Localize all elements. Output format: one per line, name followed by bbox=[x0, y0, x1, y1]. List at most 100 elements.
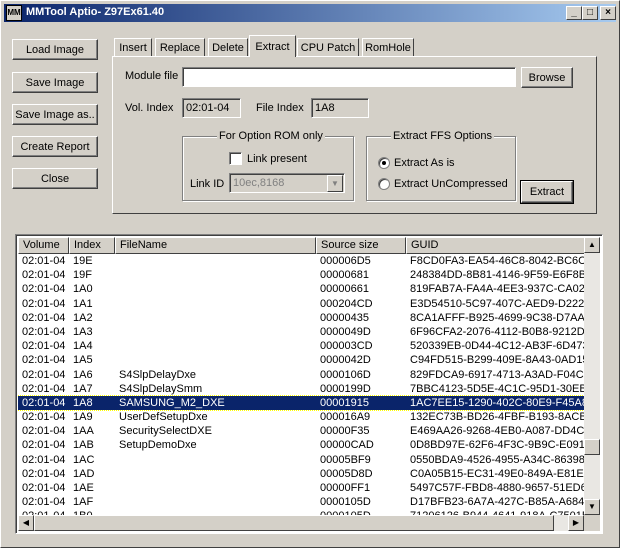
table-row[interactable]: 02:01-04 1A2 00000435 8CA1AFFF-B925-4699-9C… bbox=[18, 311, 584, 325]
table-row[interactable]: 02:01-04 1A1 000204CD E3D54510-5C97-407C-AE… bbox=[18, 297, 584, 311]
maximize-button[interactable]: □ bbox=[582, 6, 598, 20]
table-row[interactable]: 02:01-04 1AC 00005BF9 0550BDA9-4526-4955-A3… bbox=[18, 453, 584, 467]
table-cell: 1A0 bbox=[73, 283, 93, 296]
table-row[interactable]: 02:01-04 1A8 SAMSUNG_M2_DXE 00001915 1AC7EE1… bbox=[18, 394, 584, 412]
minimize-button[interactable]: _ bbox=[566, 6, 582, 20]
option-rom-group: For Option ROM only Link present Link ID… bbox=[182, 130, 354, 201]
tab-cpu-patch[interactable]: CPU Patch bbox=[297, 38, 359, 56]
column-guid[interactable]: GUID bbox=[406, 237, 588, 254]
table-row[interactable]: 02:01-04 1A7 S4SlpDelaySmm 0000199D 7BBC4123… bbox=[18, 382, 584, 396]
table-cell: 1A1 bbox=[73, 297, 93, 310]
table-row[interactable]: 02:01-04 1A4 000003CD 520339EB-0D44-4C12-AB… bbox=[18, 339, 584, 353]
table-cell: 8CA1AFFF-B925-4699-9C38-D7AABD bbox=[410, 311, 584, 324]
table-cell: 1A2 bbox=[73, 311, 93, 324]
extract-as-is-radio[interactable] bbox=[378, 157, 390, 169]
title-bar[interactable]: MM MMTool Aptio- Z97Ex61.40 _ □ × bbox=[4, 4, 616, 22]
table-row[interactable]: 02:01-04 19F 00000681 248384DD-8B81-4146-9F… bbox=[18, 268, 584, 282]
scroll-down-icon[interactable]: ▼ bbox=[584, 499, 600, 515]
radio-selected-dot bbox=[382, 161, 386, 165]
tab-replace[interactable]: Replace bbox=[155, 38, 205, 56]
table-cell: 5497C57F-FBD8-4880-9657-51ED64 bbox=[410, 482, 584, 494]
table-row[interactable]: 02:01-04 1AE 00000FF1 5497C57F-FBD8-4880-96… bbox=[18, 481, 584, 495]
table-row[interactable]: 02:01-04 1AF 0000105D D17BFB23-6A7A-427C-B8… bbox=[18, 495, 584, 509]
app-icon: MM bbox=[6, 5, 22, 21]
table-cell: 0000106D bbox=[320, 368, 371, 381]
load-image-button[interactable]: Load Image bbox=[12, 39, 98, 60]
table-cell: 6F96CFA2-2076-4112-B0B8-9212D1 bbox=[410, 325, 584, 338]
table-row[interactable]: 02:01-04 1AA SecuritySelectDXE 00000F35 E469… bbox=[18, 424, 584, 438]
table-cell: 1A4 bbox=[73, 340, 93, 353]
table-cell: 00000681 bbox=[320, 269, 369, 282]
table-row[interactable]: 02:01-04 1A5 0000042D C94FD515-B299-409E-8A… bbox=[18, 353, 584, 367]
module-file-input[interactable] bbox=[182, 67, 516, 87]
table-row[interactable]: 02:01-04 1AD 00005D8D C0A05B15-EC31-49E0-84… bbox=[18, 467, 584, 481]
tab-extract[interactable]: Extract bbox=[249, 35, 296, 57]
table-cell: D17BFB23-6A7A-427C-B85A-A68431 bbox=[410, 496, 584, 509]
save-image-as-button[interactable]: Save Image as.. bbox=[12, 104, 98, 125]
column-filename[interactable]: FileName bbox=[115, 237, 316, 254]
browse-button[interactable]: Browse bbox=[521, 67, 573, 88]
tab-delete[interactable]: Delete bbox=[208, 38, 248, 56]
vertical-scroll-thumb[interactable] bbox=[584, 439, 600, 455]
table-cell: 7BBC4123-5D5E-4C1C-95D1-30EBA4 bbox=[410, 382, 584, 395]
table-cell: 0550BDA9-4526-4955-A34C-86398E bbox=[410, 453, 584, 466]
scroll-left-icon[interactable]: ◀ bbox=[18, 515, 34, 531]
table-cell: 00000FF1 bbox=[320, 482, 371, 494]
column-source-size[interactable]: Source size bbox=[316, 237, 406, 254]
table-cell: 02:01-04 bbox=[22, 297, 66, 310]
chevron-down-icon: ▼ bbox=[327, 175, 343, 192]
horizontal-scrollbar[interactable]: ◀ ▶ bbox=[18, 515, 584, 531]
horizontal-scroll-thumb[interactable] bbox=[34, 515, 554, 531]
table-cell: 000003CD bbox=[320, 340, 373, 353]
module-list[interactable]: Volume Index FileName Source size GUID 0… bbox=[15, 234, 603, 534]
table-cell: 1A9 bbox=[73, 411, 93, 424]
table-cell: 1AC7EE15-1290-402C-80E9-F45A86 bbox=[410, 396, 584, 409]
table-row[interactable]: 02:01-04 1A3 0000049D 6F96CFA2-2076-4112-B0… bbox=[18, 325, 584, 339]
table-cell: 132EC73B-BD26-4FBF-B193-8ACB50 bbox=[410, 411, 584, 424]
create-report-button[interactable]: Create Report bbox=[12, 136, 98, 157]
vol-index-field: 02:01-04 bbox=[182, 98, 241, 118]
table-cell: 0000199D bbox=[320, 382, 371, 395]
tab-romhole[interactable]: RomHole bbox=[362, 38, 414, 56]
extract-button[interactable]: Extract bbox=[520, 180, 574, 204]
column-volume[interactable]: Volume bbox=[18, 237, 69, 254]
table-cell: 00000661 bbox=[320, 283, 369, 296]
table-cell: 000016A9 bbox=[320, 411, 371, 424]
vol-index-label: Vol. Index bbox=[125, 102, 174, 114]
table-cell: 02:01-04 bbox=[22, 269, 66, 282]
table-cell: 1AA bbox=[73, 425, 94, 438]
table-cell: UserDefSetupDxe bbox=[119, 411, 208, 424]
table-cell: 1A6 bbox=[73, 368, 93, 381]
table-cell: S4SlpDelaySmm bbox=[119, 382, 203, 395]
list-header: Volume Index FileName Source size GUID bbox=[18, 237, 588, 254]
table-cell: 02:01-04 bbox=[22, 439, 66, 452]
table-row[interactable]: 02:01-04 19E 000006D5 F8CD0FA3-EA54-46C8-80… bbox=[18, 254, 584, 268]
scroll-right-icon[interactable]: ▶ bbox=[568, 515, 584, 531]
table-cell: 1AB bbox=[73, 439, 94, 452]
close-button[interactable]: Close bbox=[12, 168, 98, 189]
close-window-button[interactable]: × bbox=[600, 6, 616, 20]
vertical-scrollbar[interactable]: ▲ ▼ bbox=[584, 237, 600, 515]
table-cell: 02:01-04 bbox=[22, 340, 66, 353]
table-cell: 02:01-04 bbox=[22, 453, 66, 466]
table-cell: 1A3 bbox=[73, 325, 93, 338]
table-cell: 02:01-04 bbox=[22, 496, 66, 509]
save-image-button[interactable]: Save Image bbox=[12, 72, 98, 93]
table-row[interactable]: 02:01-04 1A6 S4SlpDelayDxe 0000106D 829FDCA9… bbox=[18, 368, 584, 382]
link-present-checkbox[interactable] bbox=[229, 152, 242, 165]
table-row[interactable]: 02:01-04 1AB SetupDemoDxe 00000CAD 0D8BD97E-… bbox=[18, 438, 584, 452]
table-row[interactable]: 02:01-04 1A0 00000661 819FAB7A-FA4A-4EE3-93… bbox=[18, 282, 584, 296]
tab-insert[interactable]: Insert bbox=[114, 38, 152, 56]
table-row[interactable]: 02:01-04 1A9 UserDefSetupDxe 000016A9 132EC7… bbox=[18, 410, 584, 424]
table-cell: 02:01-04 bbox=[22, 283, 66, 296]
table-cell: 829FDCA9-6917-4713-A3AD-F04CF3 bbox=[410, 368, 584, 381]
table-cell: 0D8BD97E-62F6-4F3C-9B9C-E09178 bbox=[410, 439, 584, 452]
extract-uncompressed-radio[interactable] bbox=[378, 178, 390, 190]
table-cell: 02:01-04 bbox=[22, 482, 66, 494]
scroll-up-icon[interactable]: ▲ bbox=[584, 237, 600, 253]
column-index[interactable]: Index bbox=[69, 237, 115, 254]
link-id-label: Link ID bbox=[190, 178, 225, 190]
link-id-combo[interactable]: 10ec,8168 ▼ bbox=[229, 173, 345, 193]
table-cell: 19F bbox=[73, 269, 92, 282]
file-index-label: File Index bbox=[256, 102, 304, 114]
